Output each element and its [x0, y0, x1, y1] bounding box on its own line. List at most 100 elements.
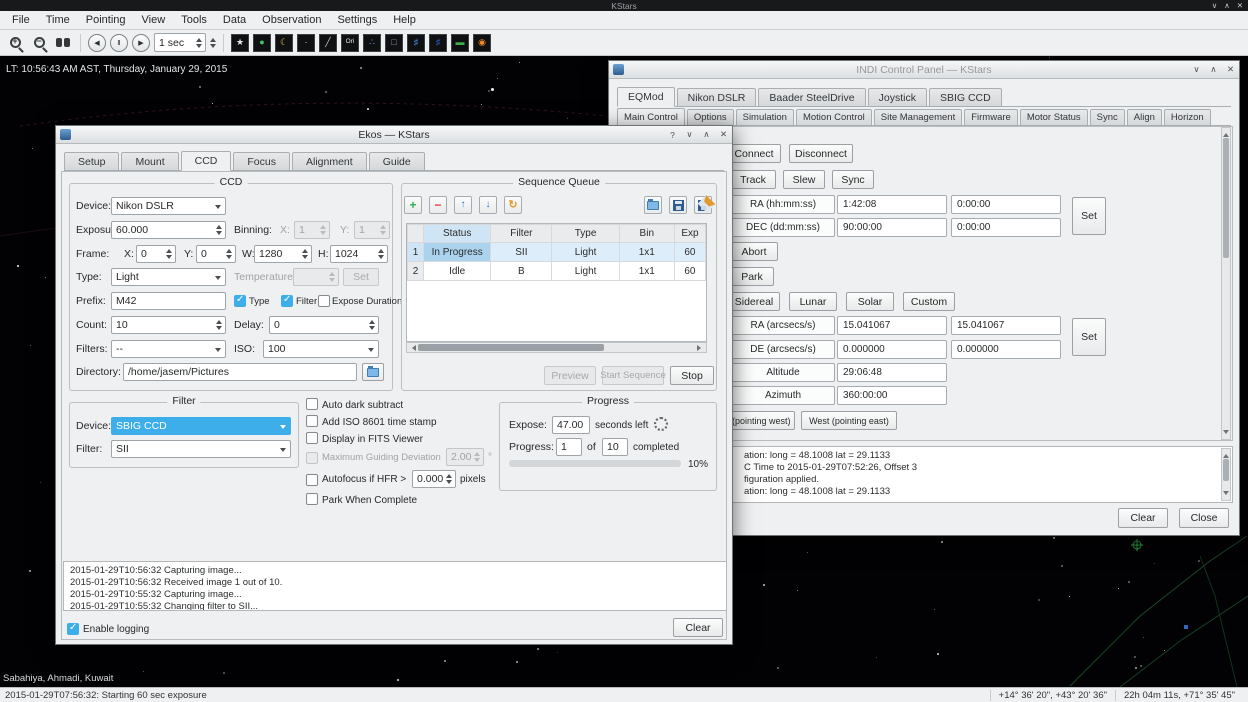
zoom-in-button[interactable]: + — [5, 33, 25, 53]
col-filter[interactable]: Filter — [491, 225, 552, 243]
pier-west-button[interactable]: West (pointing east) — [801, 411, 897, 430]
toggle-horizontal-grid-icon[interactable]: ♯ — [429, 34, 447, 52]
autofocus-hfr-checkbox[interactable] — [306, 474, 318, 486]
coords-set-button[interactable]: Set — [1072, 197, 1106, 235]
spinner-arrows-icon[interactable] — [378, 246, 384, 262]
spinner-arrows-icon[interactable] — [216, 317, 222, 333]
tab-firmware[interactable]: Firmware — [964, 109, 1018, 126]
indi-close-button[interactable]: ✕ — [1222, 62, 1239, 78]
find-object-button[interactable] — [53, 33, 73, 53]
tab-ccd[interactable]: CCD — [181, 151, 232, 171]
tab-align[interactable]: Align — [1127, 109, 1162, 126]
menu-view[interactable]: View — [134, 11, 174, 29]
menu-tools[interactable]: Tools — [173, 11, 215, 29]
menu-help[interactable]: Help — [385, 11, 424, 29]
tab-alignment[interactable]: Alignment — [292, 152, 367, 171]
tab-guide[interactable]: Guide — [369, 152, 425, 171]
abort-button[interactable]: Abort — [730, 242, 778, 261]
save-sequence-as-button[interactable] — [694, 196, 712, 214]
auto-dark-checkbox[interactable] — [306, 398, 318, 410]
time-pause-button[interactable]: Ⅱ — [110, 34, 128, 52]
indi-close-panel-button[interactable]: Close — [1179, 508, 1229, 528]
enable-logging-checkbox[interactable] — [67, 623, 79, 635]
disconnect-button[interactable]: Disconnect — [789, 144, 853, 163]
sync-button[interactable]: Sync — [832, 170, 874, 189]
tab-nikon-dslr[interactable]: Nikon DSLR — [677, 88, 757, 107]
filter-checkbox[interactable] — [281, 295, 293, 307]
toggle-constellation-lines-icon[interactable]: ∴ — [363, 34, 381, 52]
scrollbar-thumb[interactable] — [418, 344, 604, 351]
connect-button[interactable]: Connect — [727, 144, 781, 163]
indi-maximize-button[interactable]: ∧ — [1205, 62, 1222, 78]
menu-pointing[interactable]: Pointing — [78, 11, 134, 29]
tab-main-control[interactable]: Main Control — [617, 108, 685, 126]
indi-clear-button[interactable]: Clear — [1118, 508, 1168, 528]
spinner-arrows-icon[interactable] — [446, 471, 452, 487]
tab-eqmod[interactable]: EQMod — [617, 87, 675, 107]
type-checkbox[interactable] — [234, 295, 246, 307]
tab-options[interactable]: Options — [687, 109, 734, 126]
app-close-icon[interactable]: ✕ — [1237, 1, 1243, 10]
menu-settings[interactable]: Settings — [329, 11, 385, 29]
tab-sync[interactable]: Sync — [1090, 109, 1125, 126]
slew-button[interactable]: Slew — [783, 170, 825, 189]
ra-rate-input[interactable]: 15.041067 — [951, 316, 1061, 335]
filters-select[interactable]: -- — [111, 340, 226, 358]
stop-button[interactable]: Stop — [670, 366, 714, 385]
col-status[interactable]: Status — [424, 225, 491, 243]
scrollbar-thumb[interactable] — [1223, 138, 1229, 258]
tab-horizon[interactable]: Horizon — [1164, 109, 1211, 126]
ekos-help-button[interactable]: ? — [664, 127, 681, 143]
filter-device-select[interactable]: SBIG CCD — [111, 417, 291, 435]
ekos-close-button[interactable]: ✕ — [715, 127, 732, 143]
toggle-horizon-icon[interactable]: ▬ — [451, 34, 469, 52]
tab-focus[interactable]: Focus — [233, 152, 290, 171]
tab-motor-status[interactable]: Motor Status — [1020, 109, 1088, 126]
indi-pane-scrollbar[interactable] — [1221, 127, 1231, 440]
park-when-complete-checkbox[interactable] — [306, 493, 318, 505]
spinner-arrows-icon[interactable] — [302, 246, 308, 262]
autofocus-hfr-spinbox[interactable]: 0.000 — [412, 470, 456, 488]
tab-simulation[interactable]: Simulation — [736, 109, 794, 126]
spinner-arrows-icon[interactable] — [216, 222, 222, 238]
zoom-out-button[interactable]: − — [29, 33, 49, 53]
menu-data[interactable]: Data — [215, 11, 254, 29]
table-hscrollbar[interactable] — [406, 342, 707, 353]
add-job-button[interactable]: + — [404, 196, 422, 214]
lunar-button[interactable]: Lunar — [789, 292, 837, 311]
frame-h-spinbox[interactable]: 1024 — [330, 245, 388, 263]
tab-setup[interactable]: Setup — [64, 152, 119, 171]
delay-spinbox[interactable]: 0 — [269, 316, 379, 334]
tab-joystick[interactable]: Joystick — [868, 88, 927, 107]
toggle-constellation-names-icon[interactable]: Ori — [341, 34, 359, 52]
save-sequence-button[interactable] — [669, 196, 687, 214]
scrollbar-thumb[interactable] — [1223, 459, 1229, 481]
frame-x-spinbox[interactable]: 0 — [136, 245, 176, 263]
col-type[interactable]: Type — [552, 225, 619, 243]
toggle-constellation-boundaries-icon[interactable]: □ — [385, 34, 403, 52]
de-rate-input[interactable]: 0.000000 — [951, 340, 1061, 359]
menu-file[interactable]: File — [4, 11, 38, 29]
ekos-maximize-button[interactable]: ∧ — [698, 127, 715, 143]
tab-mount[interactable]: Mount — [121, 152, 178, 171]
custom-button[interactable]: Custom — [903, 292, 955, 311]
spinner-arrows-icon[interactable] — [166, 246, 172, 262]
expose-duration-checkbox[interactable] — [318, 295, 330, 307]
time-unit-stepper[interactable] — [210, 35, 216, 51]
directory-input[interactable]: /home/jasem/Pictures — [123, 363, 357, 381]
spinner-arrows-icon[interactable] — [369, 317, 375, 333]
table-row[interactable]: 1 In Progress SII Light 1x1 60 — [408, 243, 706, 262]
time-step-forward-button[interactable]: ▶ — [132, 34, 150, 52]
park-button[interactable]: Park — [730, 267, 774, 286]
reset-queue-button[interactable]: ↻ — [504, 196, 522, 214]
app-minimize-icon[interactable]: ∨ — [1212, 1, 1218, 10]
toggle-comets-icon[interactable]: · — [297, 34, 315, 52]
track-button[interactable]: Track — [730, 170, 776, 189]
toggle-deep-sky-icon[interactable]: ● — [253, 34, 271, 52]
prefix-input[interactable]: M42 — [111, 292, 226, 310]
menu-time[interactable]: Time — [38, 11, 78, 29]
dec-target-input[interactable]: 0:00:00 — [951, 218, 1061, 237]
col-bin[interactable]: Bin — [619, 225, 674, 243]
time-step-spinbox[interactable]: 1 sec — [154, 33, 206, 52]
move-job-up-button[interactable]: ↑ — [454, 196, 472, 214]
